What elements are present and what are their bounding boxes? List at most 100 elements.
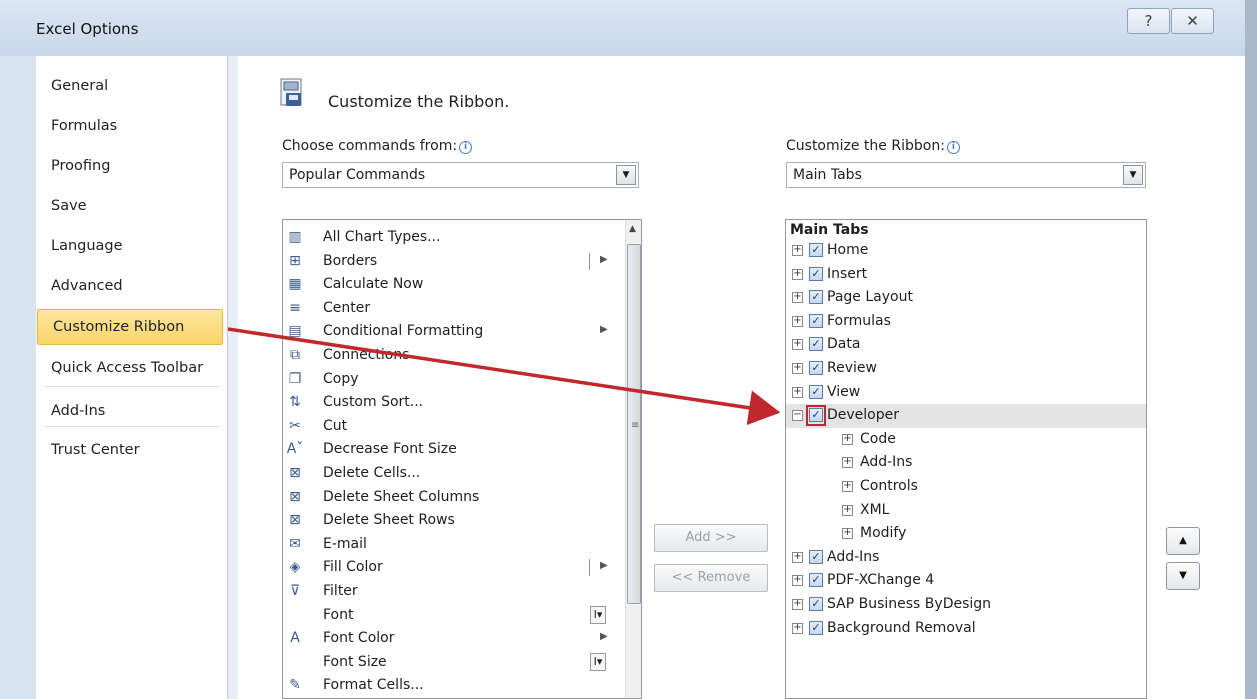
nav-item-formulas[interactable]: Formulas [36, 108, 228, 144]
command-list-item[interactable]: ◈ Fill Color ▶ [283, 556, 623, 579]
tab-checkbox[interactable]: ✓ [809, 243, 823, 257]
tree-item-review[interactable]: + ✓ Review [786, 357, 1146, 381]
tree-item-add-ins[interactable]: + ✓ Add-Ins [786, 546, 1146, 570]
tree-item-page-layout[interactable]: + ✓ Page Layout [786, 286, 1146, 310]
close-button[interactable]: ✕ [1171, 8, 1214, 34]
command-list-item[interactable]: ▥ All Chart Types... [283, 226, 623, 249]
command-list-item[interactable]: ⊞ Borders ▶ [283, 250, 623, 273]
add-button[interactable]: Add >> [654, 524, 768, 552]
expand-icon[interactable]: + [792, 363, 803, 374]
expand-icon[interactable]: + [792, 575, 803, 587]
expand-icon[interactable]: + [792, 622, 803, 634]
ribbon-tabs-combo[interactable]: Main Tabs ▼ [786, 162, 1146, 188]
expand-icon[interactable]: + [792, 292, 803, 304]
commands-source-combo[interactable]: Popular Commands ▼ [282, 162, 639, 188]
dropdown-arrow-icon[interactable]: ▼ [616, 165, 636, 185]
expand-icon[interactable]: + [842, 504, 853, 516]
tab-checkbox[interactable]: ✓ [809, 313, 823, 328]
tree-item-label: Controls [860, 478, 918, 494]
nav-item-advanced[interactable]: Advanced [36, 268, 228, 304]
tab-checkbox[interactable]: ✓ [809, 573, 823, 588]
tree-item-label: Review [827, 360, 877, 376]
move-down-button[interactable]: ▼ [1166, 562, 1200, 590]
expand-icon[interactable]: + [792, 245, 803, 256]
move-up-button[interactable]: ▲ [1166, 527, 1200, 555]
command-list-item[interactable]: ⊠ Delete Sheet Rows [283, 509, 623, 532]
tree-item-sap-business-bydesign[interactable]: + ✓ SAP Business ByDesign [786, 593, 1146, 617]
tree-item-xml[interactable]: + XML [786, 499, 1146, 523]
tree-item-label: Add-Ins [860, 454, 913, 471]
command-list-item[interactable]: ⊽ Filter [283, 580, 623, 603]
command-list-item[interactable]: ⊠ Delete Sheet Columns [283, 486, 623, 509]
command-list-item[interactable]: A Font Color ▶ [283, 627, 623, 650]
tree-item-view[interactable]: + ✓ View [786, 381, 1146, 405]
tree-item-background-removal[interactable]: + ✓ Background Removal [786, 617, 1146, 641]
nav-separator [44, 426, 220, 427]
nav-item-proofing[interactable]: Proofing [36, 148, 228, 184]
align-center-icon: ≡ [289, 299, 301, 316]
commands-scrollbar[interactable]: ▲ ≡ [625, 220, 641, 698]
expand-icon[interactable]: + [792, 315, 803, 327]
submenu-arrow-icon: ▶ [600, 631, 608, 643]
command-list-item[interactable]: ▦ Calculate Now [283, 273, 623, 296]
tree-item-add-ins[interactable]: + Add-Ins [786, 451, 1146, 475]
command-list-item[interactable]: ▤ Conditional Formatting ▶ [283, 320, 623, 343]
tab-checkbox[interactable]: ✓ [809, 337, 823, 352]
ribbon-tabs-tree[interactable]: Main Tabs + ✓ Home + ✓ Insert + ✓ Page Layout + ✓ F… [785, 219, 1147, 699]
command-list-item[interactable]: ❐ Copy [283, 368, 623, 391]
dropdown-arrow-icon[interactable]: ▼ [1123, 165, 1143, 185]
tab-checkbox[interactable]: ✓ [809, 266, 823, 281]
tree-item-developer[interactable]: − ✓ Developer [786, 404, 1146, 429]
tab-checkbox[interactable]: ✓ [809, 597, 823, 611]
nav-item-add-ins[interactable]: Add-Ins [36, 393, 228, 429]
tab-checkbox[interactable]: ✓ [809, 549, 823, 564]
command-list-item[interactable]: ✎ Format Cells... [283, 674, 623, 697]
dialog-title: Excel Options [36, 20, 139, 38]
tab-checkbox[interactable]: ✓ [809, 384, 823, 399]
command-list-item[interactable]: Font I▾ [283, 604, 623, 627]
scrollbar-thumb[interactable]: ≡ [627, 244, 641, 604]
command-list-item[interactable]: ⇅ Custom Sort... [283, 391, 623, 414]
tree-item-label: Modify [860, 525, 907, 542]
expand-icon[interactable]: + [792, 339, 803, 351]
expand-icon[interactable]: + [842, 481, 853, 492]
submenu-arrow-icon: ▶ [600, 324, 608, 336]
command-list-item[interactable]: ⊠ Delete Cells... [283, 462, 623, 485]
remove-button[interactable]: << Remove [654, 564, 768, 592]
nav-item-trust-center[interactable]: Trust Center [36, 432, 228, 468]
nav-item-quick-access-toolbar[interactable]: Quick Access Toolbar [36, 350, 228, 386]
tree-item-pdf-xchange-4[interactable]: + ✓ PDF-XChange 4 [786, 569, 1146, 593]
command-list-item[interactable]: Aˇ Decrease Font Size [283, 438, 623, 461]
expand-icon[interactable]: + [842, 528, 853, 540]
expand-icon[interactable]: + [842, 457, 853, 469]
delete-cells-icon: ⊠ [289, 465, 301, 481]
tree-item-modify[interactable]: + Modify [786, 522, 1146, 546]
tree-item-code[interactable]: + Code [786, 428, 1146, 452]
tree-item-formulas[interactable]: + ✓ Formulas [786, 310, 1146, 334]
nav-item-general[interactable]: General [36, 68, 228, 104]
command-list-item[interactable]: Font Size I▾ [283, 651, 623, 674]
commands-list[interactable]: ▥ All Chart Types... ⊞ Borders ▶ ▦ Calculate N… [282, 219, 642, 699]
nav-item-customize-ribbon[interactable]: Customize Ribbon [37, 309, 223, 345]
scroll-up-icon[interactable]: ▲ [629, 224, 636, 234]
command-list-item[interactable]: ✉ E-mail [283, 533, 623, 556]
tab-checkbox[interactable]: ✓ [809, 290, 823, 305]
expand-icon[interactable]: + [792, 268, 803, 280]
help-button[interactable]: ? [1127, 8, 1170, 34]
tab-checkbox[interactable]: ✓ [809, 620, 823, 635]
tree-item-controls[interactable]: + Controls [786, 475, 1146, 499]
collapse-icon[interactable]: − [792, 410, 803, 422]
command-list-item[interactable]: ⧉ Connections [283, 344, 623, 367]
expand-icon[interactable]: + [792, 599, 803, 610]
command-list-item[interactable]: ✂ Cut [283, 415, 623, 438]
tree-item-data[interactable]: + ✓ Data [786, 333, 1146, 357]
expand-icon[interactable]: + [842, 433, 853, 445]
tree-item-insert[interactable]: + ✓ Insert [786, 263, 1146, 287]
tree-item-home[interactable]: + ✓ Home [786, 239, 1146, 263]
expand-icon[interactable]: + [792, 551, 803, 563]
nav-item-language[interactable]: Language [36, 228, 228, 264]
command-list-item[interactable]: ≡ Center [283, 297, 623, 320]
expand-icon[interactable]: + [792, 386, 803, 398]
tab-checkbox[interactable]: ✓ [809, 361, 823, 375]
nav-item-save[interactable]: Save [36, 188, 228, 224]
